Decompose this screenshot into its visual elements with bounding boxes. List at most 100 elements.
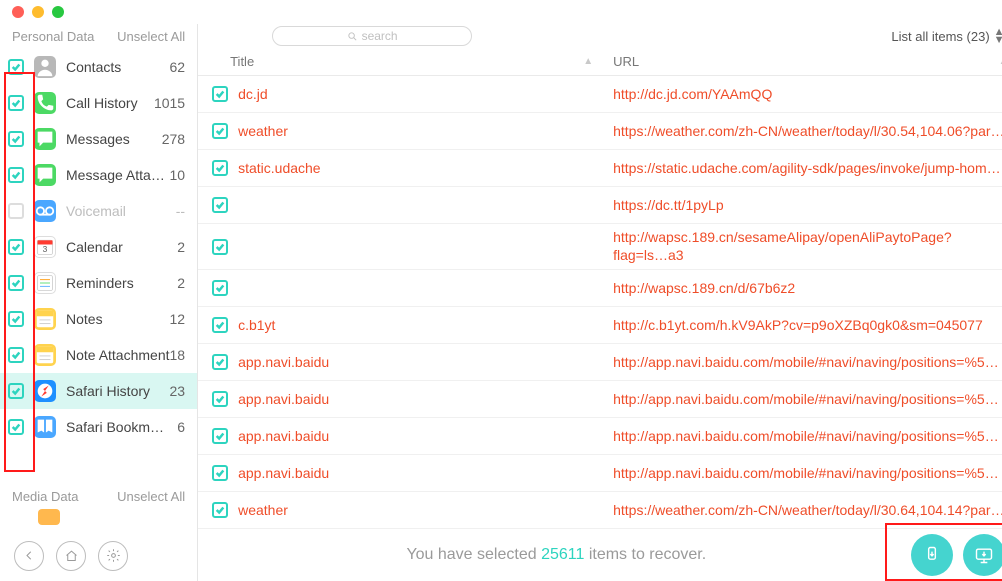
category-checkbox[interactable] xyxy=(8,311,24,327)
sidebar-item: Voicemail-- xyxy=(0,193,197,229)
row-checkbox[interactable] xyxy=(212,280,228,296)
recover-to-device-button[interactable] xyxy=(911,534,953,576)
section-title: Personal Data xyxy=(12,29,94,44)
table-body: dc.jdhttp://dc.jd.com/YAAmQQweatherhttps… xyxy=(198,76,1002,529)
row-title: dc.jd xyxy=(238,86,603,102)
table-row[interactable]: c.b1ythttp://c.b1yt.com/h.kV9AkP?cv=p9oX… xyxy=(198,307,1002,344)
minimize-window-icon[interactable] xyxy=(32,6,44,18)
sidebar-item[interactable]: Note Attachment18 xyxy=(0,337,197,373)
close-window-icon[interactable] xyxy=(12,6,24,18)
category-count: 278 xyxy=(162,131,185,147)
category-checkbox[interactable] xyxy=(8,59,24,75)
svg-text:3: 3 xyxy=(43,244,48,254)
sort-icon: ▲ xyxy=(999,56,1002,67)
table-row[interactable]: weatherhttps://weather.com/zh-CN/weather… xyxy=(198,492,1002,529)
row-checkbox[interactable] xyxy=(212,502,228,518)
row-url: http://c.b1yt.com/h.kV9AkP?cv=p9oXZBq0gk… xyxy=(603,317,1002,333)
category-label: Calendar xyxy=(66,239,177,255)
back-button[interactable] xyxy=(14,541,44,571)
category-label: Call History xyxy=(66,95,154,111)
category-label: Notes xyxy=(66,311,170,327)
category-checkbox[interactable] xyxy=(8,95,24,111)
category-checkbox[interactable] xyxy=(8,383,24,399)
bubble-icon xyxy=(34,164,56,186)
table-row[interactable]: http://wapsc.189.cn/d/67b6z2 xyxy=(198,270,1002,307)
table-row[interactable]: app.navi.baiduhttp://app.navi.baidu.com/… xyxy=(198,418,1002,455)
table-row[interactable]: app.navi.baiduhttp://app.navi.baidu.com/… xyxy=(198,344,1002,381)
category-checkbox[interactable] xyxy=(8,239,24,255)
sidebar-item[interactable]: Contacts62 xyxy=(0,49,197,85)
column-title[interactable]: Title▲ xyxy=(198,54,603,69)
category-count: 23 xyxy=(170,383,186,399)
row-url: http://wapsc.189.cn/d/67b6z2 xyxy=(603,280,1002,296)
sidebar-item[interactable]: Notes12 xyxy=(0,301,197,337)
row-url: https://weather.com/zh-CN/weather/today/… xyxy=(603,123,1002,139)
sidebar-item[interactable]: Safari Bookm…6 xyxy=(0,409,197,445)
row-checkbox[interactable] xyxy=(212,428,228,444)
row-title: app.navi.baidu xyxy=(238,391,603,407)
category-label: Safari History xyxy=(66,383,170,399)
row-checkbox[interactable] xyxy=(212,239,228,255)
row-title: c.b1yt xyxy=(238,317,603,333)
category-label: Contacts xyxy=(66,59,170,75)
category-checkbox[interactable] xyxy=(8,167,24,183)
sidebar-item[interactable]: Messages278 xyxy=(0,121,197,157)
category-count: 62 xyxy=(170,59,186,75)
sidebar-item[interactable]: Reminders2 xyxy=(0,265,197,301)
row-url: http://app.navi.baidu.com/mobile/#navi/n… xyxy=(603,465,1002,481)
table-row[interactable]: app.navi.baiduhttp://app.navi.baidu.com/… xyxy=(198,381,1002,418)
category-label: Message Atta… xyxy=(66,167,170,183)
row-checkbox[interactable] xyxy=(212,465,228,481)
sidebar-item[interactable]: Call History1015 xyxy=(0,85,197,121)
list-filter-dropdown[interactable]: List all items (23) ▲▼ xyxy=(891,28,1002,44)
category-checkbox[interactable] xyxy=(8,419,24,435)
zoom-window-icon[interactable] xyxy=(52,6,64,18)
main-footer: You have selected 25611 items to recover… xyxy=(198,529,1002,581)
row-checkbox[interactable] xyxy=(212,86,228,102)
home-button[interactable] xyxy=(56,541,86,571)
notes-icon xyxy=(34,308,56,330)
category-count: 1015 xyxy=(154,95,185,111)
row-checkbox[interactable] xyxy=(212,354,228,370)
table-row[interactable]: https://dc.tt/1pyLp xyxy=(198,187,1002,224)
table-row[interactable]: dc.jdhttp://dc.jd.com/YAAmQQ xyxy=(198,76,1002,113)
category-checkbox[interactable] xyxy=(8,275,24,291)
row-title: app.navi.baidu xyxy=(238,428,603,444)
category-checkbox[interactable] xyxy=(8,131,24,147)
sidebar-item[interactable]: Safari History23 xyxy=(0,373,197,409)
search-icon xyxy=(347,31,358,42)
sidebar-item[interactable]: Message Atta…10 xyxy=(0,157,197,193)
row-url: http://app.navi.baidu.com/mobile/#navi/n… xyxy=(603,428,1002,444)
row-checkbox[interactable] xyxy=(212,317,228,333)
sort-icon: ▲ xyxy=(583,56,593,67)
row-checkbox[interactable] xyxy=(212,391,228,407)
row-checkbox[interactable] xyxy=(212,160,228,176)
category-label: Messages xyxy=(66,131,162,147)
voicemail-icon xyxy=(34,200,56,222)
table-row[interactable]: static.udachehttps://static.udache.com/a… xyxy=(198,150,1002,187)
table-header: Title▲ URL▲ xyxy=(198,48,1002,76)
row-url: https://static.udache.com/agility-sdk/pa… xyxy=(603,160,1002,176)
bubble-icon xyxy=(34,128,56,150)
unselect-all-button[interactable]: Unselect All xyxy=(117,29,185,44)
category-checkbox[interactable] xyxy=(8,347,24,363)
recover-to-computer-button[interactable] xyxy=(963,534,1002,576)
row-checkbox[interactable] xyxy=(212,197,228,213)
table-row[interactable]: app.navi.baiduhttp://app.navi.baidu.com/… xyxy=(198,455,1002,492)
column-url[interactable]: URL▲ xyxy=(603,54,1002,69)
search-input[interactable]: search xyxy=(272,26,472,46)
row-checkbox[interactable] xyxy=(212,123,228,139)
sidebar: Personal Data Unselect All Contacts62Cal… xyxy=(0,24,198,581)
category-count: 2 xyxy=(177,239,185,255)
sidebar-item[interactable]: 3 Calendar2 xyxy=(0,229,197,265)
category-list: Contacts62Call History1015Messages278Mes… xyxy=(0,49,197,484)
row-title: weather xyxy=(238,123,603,139)
row-url: https://weather.com/zh-CN/weather/today/… xyxy=(603,502,1002,518)
unselect-all-button[interactable]: Unselect All xyxy=(117,489,185,504)
table-row[interactable]: weatherhttps://weather.com/zh-CN/weather… xyxy=(198,113,1002,150)
table-row[interactable]: http://wapsc.189.cn/sesameAlipay/openAli… xyxy=(198,224,1002,270)
category-checkbox xyxy=(8,203,24,219)
settings-button[interactable] xyxy=(98,541,128,571)
row-url: http://app.navi.baidu.com/mobile/#navi/n… xyxy=(603,391,1002,407)
category-count: 18 xyxy=(170,347,186,363)
